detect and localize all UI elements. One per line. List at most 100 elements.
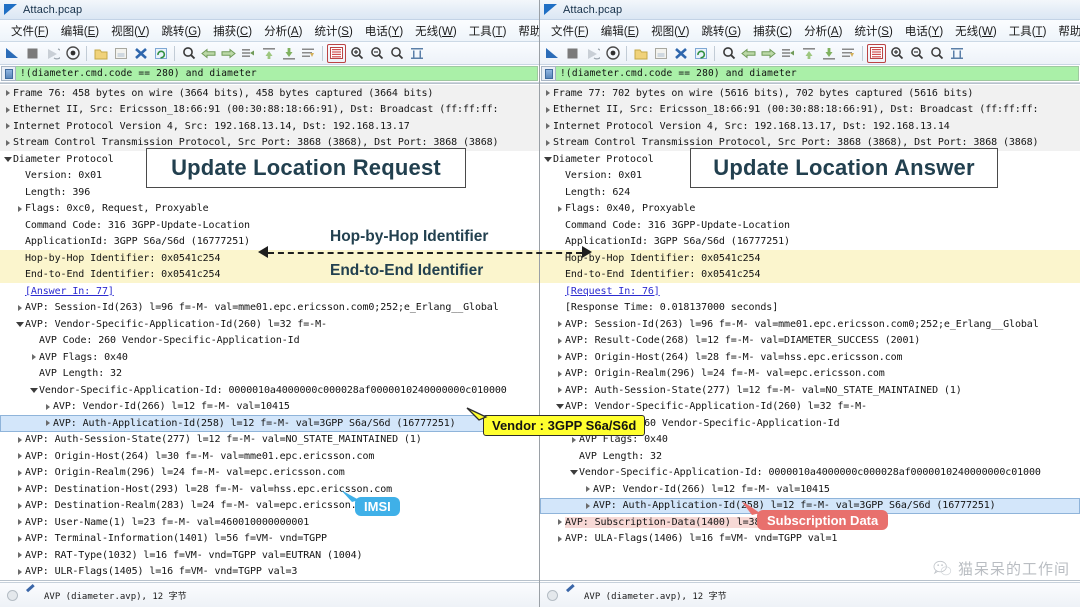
chevron-right-icon[interactable] [554,205,565,212]
chevron-right-icon[interactable] [14,502,25,509]
packet-detail-row[interactable]: End-to-End Identifier: 0x0541c254 [540,266,1080,283]
packet-detail-row[interactable]: AVP Length: 32 [0,366,539,383]
packet-detail-row[interactable]: AVP: Session-Id(263) l=96 f=-M- val=mme0… [0,300,539,317]
chevron-right-icon[interactable] [14,205,25,212]
zoom-in-icon[interactable] [347,44,366,63]
packet-detail-row[interactable]: Internet Protocol Version 4, Src: 192.16… [540,118,1080,135]
packet-detail-row[interactable]: Diameter Protocol [0,151,539,168]
menu-item-view[interactable]: 视图(V) [645,21,695,41]
packet-detail-row[interactable]: AVP: User-Name(1) l=23 f=-M- val=4600100… [0,514,539,531]
chevron-right-icon[interactable] [542,90,553,97]
menu-item-help[interactable]: 帮助(H) [512,21,539,41]
packet-detail-row[interactable]: Command Code: 316 3GPP-Update-Location [540,217,1080,234]
chevron-right-icon[interactable] [2,139,13,146]
find-packet-icon[interactable] [719,44,738,63]
zoom-out-icon[interactable] [907,44,926,63]
chevron-right-icon[interactable] [542,139,553,146]
chevron-right-icon[interactable] [42,403,53,410]
chevron-right-icon[interactable] [554,535,565,542]
menu-item-telephony[interactable]: 电话(Y) [899,21,949,41]
bookmark-icon[interactable] [541,66,556,81]
packet-detail-row[interactable]: AVP Code: 260 Vendor-Specific-Applicatio… [540,415,1080,432]
chevron-right-icon[interactable] [554,387,565,394]
open-file-icon[interactable] [631,44,650,63]
menu-item-statistics[interactable]: 统计(S) [308,21,358,41]
capture-comment-icon[interactable] [25,589,37,601]
chevron-down-icon[interactable] [2,156,13,162]
packet-detail-row[interactable]: AVP: Vendor-Id(266) l=12 f=-M- val=10415 [0,399,539,416]
menu-item-view[interactable]: 视图(V) [105,21,155,41]
start-capture-icon[interactable] [3,44,22,63]
packet-detail-row[interactable]: AVP: RAT-Type(1032) l=16 f=VM- vnd=TGPP … [0,547,539,564]
packet-detail-row[interactable]: [Answer In: 77] [0,283,539,300]
packet-detail-row[interactable]: AVP: Auth-Session-State(277) l=12 f=-M- … [0,432,539,449]
menu-item-edit[interactable]: 编辑(E) [55,21,105,41]
go-forward-icon[interactable] [219,44,238,63]
menu-item-analyze[interactable]: 分析(A) [258,21,308,41]
packet-detail-row[interactable]: Hop-by-Hop Identifier: 0x0541c254 [0,250,539,267]
resize-columns-icon[interactable] [947,44,966,63]
auto-scroll-icon[interactable] [299,44,318,63]
go-forward-icon[interactable] [759,44,778,63]
chevron-right-icon[interactable] [554,321,565,328]
packet-detail-row[interactable]: Diameter Protocol [540,151,1080,168]
restart-capture-icon[interactable] [583,44,602,63]
menu-item-tools[interactable]: 工具(T) [1003,21,1053,41]
menu-item-analyze[interactable]: 分析(A) [798,21,848,41]
capture-comment-icon[interactable] [565,589,577,601]
stop-capture-icon[interactable] [23,44,42,63]
menu-item-capture[interactable]: 捕获(C) [747,21,798,41]
find-packet-icon[interactable] [179,44,198,63]
display-filter-input[interactable]: !(diameter.cmd.code == 280) and diameter [556,66,1079,81]
packet-detail-row[interactable]: Vendor-Specific-Application-Id: 0000010a… [540,465,1080,482]
chevron-right-icon[interactable] [28,354,39,361]
menu-item-telephony[interactable]: 电话(Y) [359,21,409,41]
packet-detail-row[interactable]: Command Code: 316 3GPP-Update-Location [0,217,539,234]
chevron-right-icon[interactable] [542,106,553,113]
packet-detail-row[interactable]: AVP: Origin-Realm(296) l=24 f=-M- val=ep… [540,366,1080,383]
packet-detail-row[interactable]: AVP: Vendor-Specific-Application-Id(260)… [0,316,539,333]
zoom-reset-icon[interactable] [927,44,946,63]
chevron-right-icon[interactable] [14,436,25,443]
packet-detail-row[interactable]: AVP: ULR-Flags(1405) l=16 f=VM- vnd=TGPP… [0,564,539,581]
chevron-down-icon[interactable] [568,470,579,476]
menu-item-edit[interactable]: 编辑(E) [595,21,645,41]
packet-detail-row[interactable]: Stream Control Transmission Protocol, Sr… [540,134,1080,151]
chevron-right-icon[interactable] [2,123,13,130]
display-filter-input[interactable]: !(diameter.cmd.code == 280) and diameter [16,66,538,81]
packet-detail-row[interactable]: AVP: ULA-Flags(1406) l=16 f=VM- vnd=TGPP… [540,531,1080,548]
packet-detail-row[interactable]: AVP: Auth-Application-Id(258) l=12 f=-M-… [540,497,1080,514]
packet-detail-row[interactable]: AVP: Vendor-Id(266) l=12 f=-M- val=10415 [540,481,1080,498]
packet-detail-row[interactable]: AVP: Terminal-Information(1401) l=56 f=V… [0,531,539,548]
packet-detail-row[interactable]: Length: 396 [0,184,539,201]
packet-detail-row[interactable]: AVP: Auth-Session-State(277) l=12 f=-M- … [540,382,1080,399]
chevron-right-icon[interactable] [554,370,565,377]
go-to-last-icon[interactable] [819,44,838,63]
chevron-right-icon[interactable] [14,519,25,526]
packet-detail-row[interactable]: AVP Flags: 0x40 [540,432,1080,449]
menu-item-go[interactable]: 跳转(G) [155,21,207,41]
go-to-first-icon[interactable] [799,44,818,63]
chevron-right-icon[interactable] [14,568,25,575]
expert-info-circle[interactable] [7,589,18,601]
start-capture-icon[interactable] [543,44,562,63]
packet-detail-tree-left[interactable]: Frame 76: 458 bytes on wire (3664 bits),… [0,83,539,581]
chevron-down-icon[interactable] [28,387,39,393]
go-back-icon[interactable] [739,44,758,63]
chevron-right-icon[interactable] [14,453,25,460]
capture-options-icon[interactable] [63,44,82,63]
packet-detail-row[interactable]: Flags: 0x40, Proxyable [540,201,1080,218]
packet-detail-row[interactable]: [Response Time: 0.018137000 seconds] [540,300,1080,317]
packet-detail-row[interactable]: Version: 0x01 [0,168,539,185]
chevron-right-icon[interactable] [14,552,25,559]
packet-detail-row[interactable]: AVP: Visited-PLMN-Id(1407) l=15 f=VM- vn… [0,580,539,581]
menu-item-capture[interactable]: 捕获(C) [207,21,258,41]
go-to-last-icon[interactable] [279,44,298,63]
go-to-first-icon[interactable] [259,44,278,63]
packet-detail-row[interactable]: AVP: Result-Code(268) l=12 f=-M- val=DIA… [540,333,1080,350]
packet-detail-row[interactable]: Vendor-Specific-Application-Id: 0000010a… [0,382,539,399]
stop-capture-icon[interactable] [563,44,582,63]
packet-detail-row[interactable]: AVP: Destination-Host(293) l=28 f=-M- va… [0,481,539,498]
packet-detail-tree-right[interactable]: Frame 77: 702 bytes on wire (5616 bits),… [540,83,1080,581]
menu-item-file[interactable]: 文件(F) [5,21,55,41]
